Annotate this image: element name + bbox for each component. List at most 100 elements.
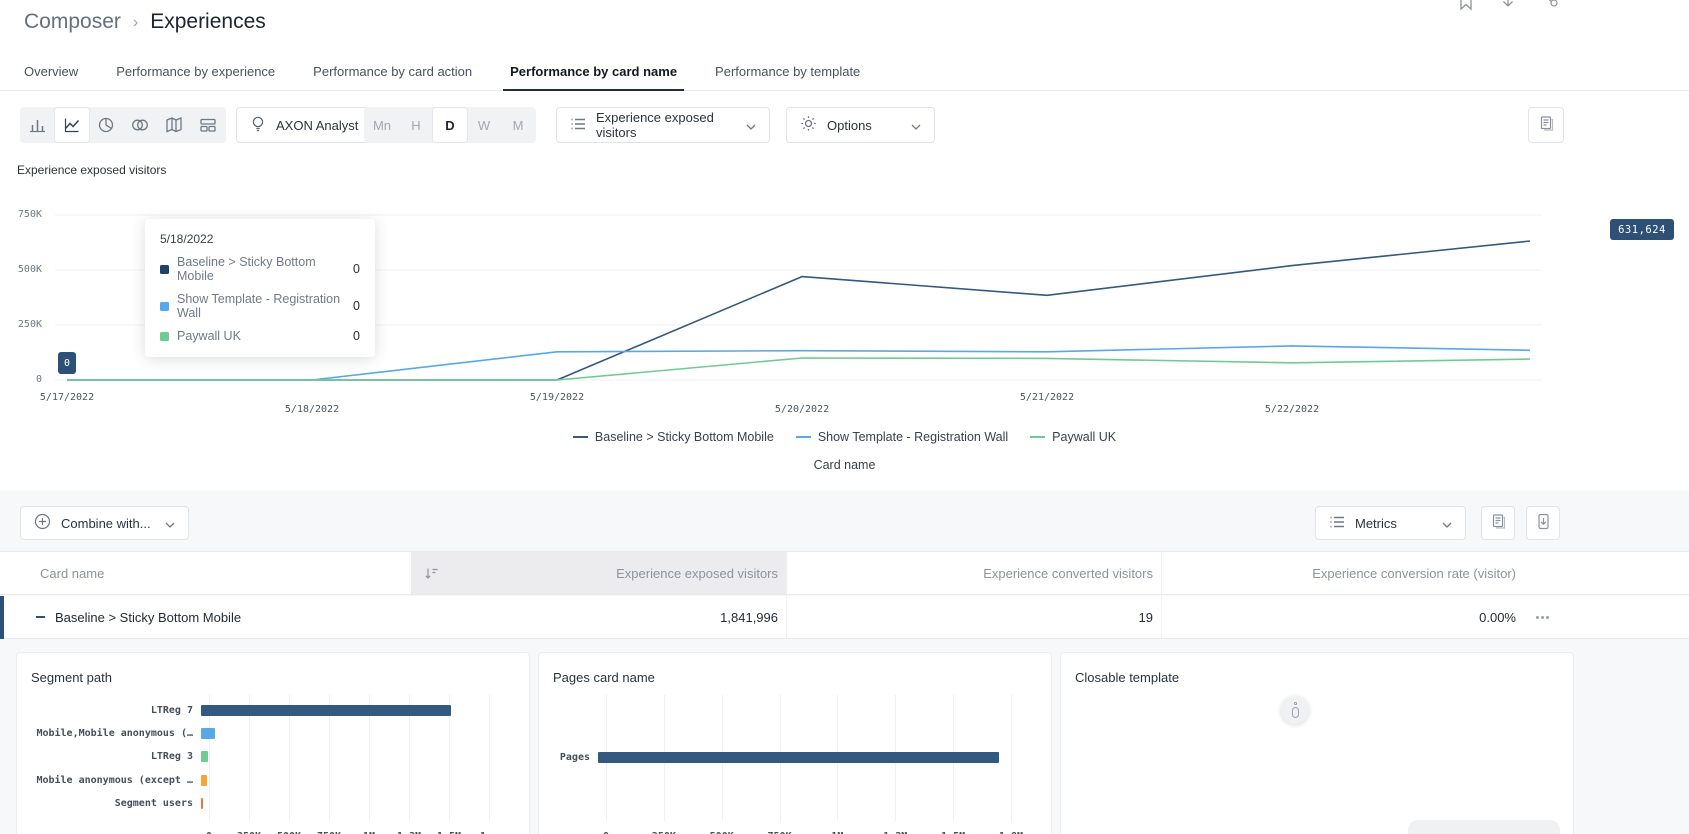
granularity-switcher: Mn H D W M xyxy=(364,107,536,143)
granularity-w[interactable]: W xyxy=(467,108,501,142)
tooltip-row: Paywall UK 0 xyxy=(160,329,360,343)
conversion-rate-cell: 0.00% xyxy=(1161,596,1524,638)
category-label: Segment users xyxy=(29,798,201,809)
map-icon[interactable] xyxy=(157,108,191,142)
column-header-card-name[interactable]: Card name xyxy=(0,552,411,594)
composer-experiences-page: Composer › Experiences Overview Performa… xyxy=(0,0,1689,834)
category-label: Mobile,Mobile anonymous (… xyxy=(29,728,201,739)
granularity-mn[interactable]: Mn xyxy=(365,108,399,142)
x-axis-tick: 5/21/2022 xyxy=(1020,392,1074,403)
report-icon xyxy=(1538,115,1555,135)
line-swatch xyxy=(1030,436,1045,438)
tab-performance-by-card-name[interactable]: Performance by card name xyxy=(491,53,696,90)
tab-performance-by-experience[interactable]: Performance by experience xyxy=(97,53,294,90)
line-chart-icon[interactable] xyxy=(55,108,89,142)
column-header-conversion-rate[interactable]: Experience conversion rate (visitor) xyxy=(1161,552,1524,594)
bar-row: Mobile,Mobile anonymous (… xyxy=(29,723,489,745)
bar-chart-plot: LTReg 7 Mobile,Mobile anonymous (… LTReg 3… xyxy=(29,695,517,834)
x-axis-tick: 5/20/2022 xyxy=(775,404,829,415)
table-header: Card name Experience exposed visitors Ex… xyxy=(0,551,1689,595)
chart-report-button[interactable] xyxy=(1528,107,1564,143)
chevron-down-icon xyxy=(1442,516,1452,531)
mini-chart-title: Closable template xyxy=(1075,670,1561,685)
line-swatch xyxy=(796,436,811,438)
axon-analyst-label: AXON Analyst xyxy=(276,118,358,133)
chart-type-switcher xyxy=(20,107,226,143)
bar-chart-plot xyxy=(1073,695,1561,834)
exposed-visitors-cell: 1,841,996 xyxy=(411,596,786,638)
breadcrumb-separator-icon: › xyxy=(133,12,138,32)
bar[interactable] xyxy=(201,798,203,809)
tooltip-row: Show Template - Registration Wall 0 xyxy=(160,292,360,320)
metrics-dropdown[interactable]: Metrics xyxy=(1315,506,1466,540)
legend-item[interactable]: Baseline > Sticky Bottom Mobile xyxy=(573,430,774,444)
table-row[interactable]: Baseline > Sticky Bottom Mobile 1,841,99… xyxy=(0,596,1689,639)
bar-chart-plot: Pages0250K500K750K1M1.3M1.5M1.8M xyxy=(551,695,1039,834)
series-swatch xyxy=(160,332,169,341)
layout-icon[interactable] xyxy=(191,108,225,142)
category-label: LTReg 7 xyxy=(29,705,201,716)
bar[interactable] xyxy=(201,775,207,786)
table-report-button[interactable] xyxy=(1481,506,1515,540)
chevron-down-icon xyxy=(746,118,756,133)
series-end-value-badge: 631,624 xyxy=(1610,219,1674,240)
bar-chart-icon[interactable] xyxy=(21,108,55,142)
options-label: Options xyxy=(827,118,901,133)
legend-item[interactable]: Show Template - Registration Wall xyxy=(796,430,1008,444)
tooltip-date: 5/18/2022 xyxy=(160,232,360,246)
combine-with-label: Combine with... xyxy=(61,516,151,531)
category-label: Mobile anonymous (except … xyxy=(29,775,201,786)
options-dropdown[interactable]: Options xyxy=(786,107,935,143)
bar[interactable] xyxy=(598,752,999,763)
hovered-axis-value-badge: 0 xyxy=(58,352,76,374)
page-title: Experiences xyxy=(150,10,266,34)
bar[interactable] xyxy=(201,705,451,716)
download-icon[interactable] xyxy=(1498,0,1518,13)
x-axis-tick: 5/18/2022 xyxy=(285,404,339,415)
list-icon xyxy=(1329,515,1345,532)
axon-analyst-button[interactable]: AXON Analyst xyxy=(236,107,372,143)
metric-selector-dropdown[interactable]: Experience exposed visitors xyxy=(556,107,770,143)
selected-row-accent xyxy=(0,596,4,639)
list-icon xyxy=(570,117,586,134)
bookmark-icon[interactable] xyxy=(1456,0,1476,12)
card-name-cell: Baseline > Sticky Bottom Mobile xyxy=(0,596,411,638)
mini-chart-segment-path: Segment path LTReg 7Mobile,Mobile anonym… xyxy=(16,652,530,834)
column-header-actions xyxy=(1524,552,1689,594)
bar-row: Mobile anonymous (except … xyxy=(29,769,489,791)
mini-chart-closable-template: Closable template xyxy=(1060,652,1574,834)
pie-chart-icon[interactable] xyxy=(89,108,123,142)
breadcrumb: Composer › Experiences xyxy=(24,10,266,34)
row-more-options-icon[interactable] xyxy=(1524,596,1689,638)
scroll-indicator-button[interactable] xyxy=(1281,696,1309,724)
bar-row: Pages xyxy=(551,746,1011,768)
granularity-h[interactable]: H xyxy=(399,108,433,142)
x-axis-tick: 5/19/2022 xyxy=(530,392,584,403)
tab-performance-by-card-action[interactable]: Performance by card action xyxy=(294,53,491,90)
category-label: Pages xyxy=(551,752,598,763)
plus-circle-icon xyxy=(34,513,51,533)
line-swatch xyxy=(573,436,588,438)
legend-item[interactable]: Paywall UK xyxy=(1030,430,1116,444)
tab-performance-by-template[interactable]: Performance by template xyxy=(696,53,879,90)
chevron-down-icon xyxy=(165,516,175,531)
download-file-icon xyxy=(1535,513,1552,533)
granularity-d[interactable]: D xyxy=(433,108,467,142)
venn-diagram-icon[interactable] xyxy=(123,108,157,142)
bar[interactable] xyxy=(201,751,208,762)
series-line-swatch xyxy=(36,616,45,618)
share-icon[interactable] xyxy=(1539,0,1559,13)
granularity-m[interactable]: M xyxy=(501,108,535,142)
metrics-label: Metrics xyxy=(1355,516,1432,531)
corner-overlay xyxy=(1408,820,1560,834)
export-download-button[interactable] xyxy=(1526,506,1560,540)
chart-tooltip: 5/18/2022 Baseline > Sticky Bottom Mobil… xyxy=(145,219,375,357)
column-header-exposed-visitors[interactable]: Experience exposed visitors xyxy=(411,552,786,594)
tab-overview[interactable]: Overview xyxy=(5,53,97,90)
combine-with-button[interactable]: Combine with... xyxy=(20,506,189,540)
column-header-converted-visitors[interactable]: Experience converted visitors xyxy=(786,552,1161,594)
bar-row: LTReg 7 xyxy=(29,700,489,722)
bar[interactable] xyxy=(201,728,215,739)
bar-row: LTReg 3 xyxy=(29,746,489,768)
breadcrumb-parent[interactable]: Composer xyxy=(24,10,121,34)
